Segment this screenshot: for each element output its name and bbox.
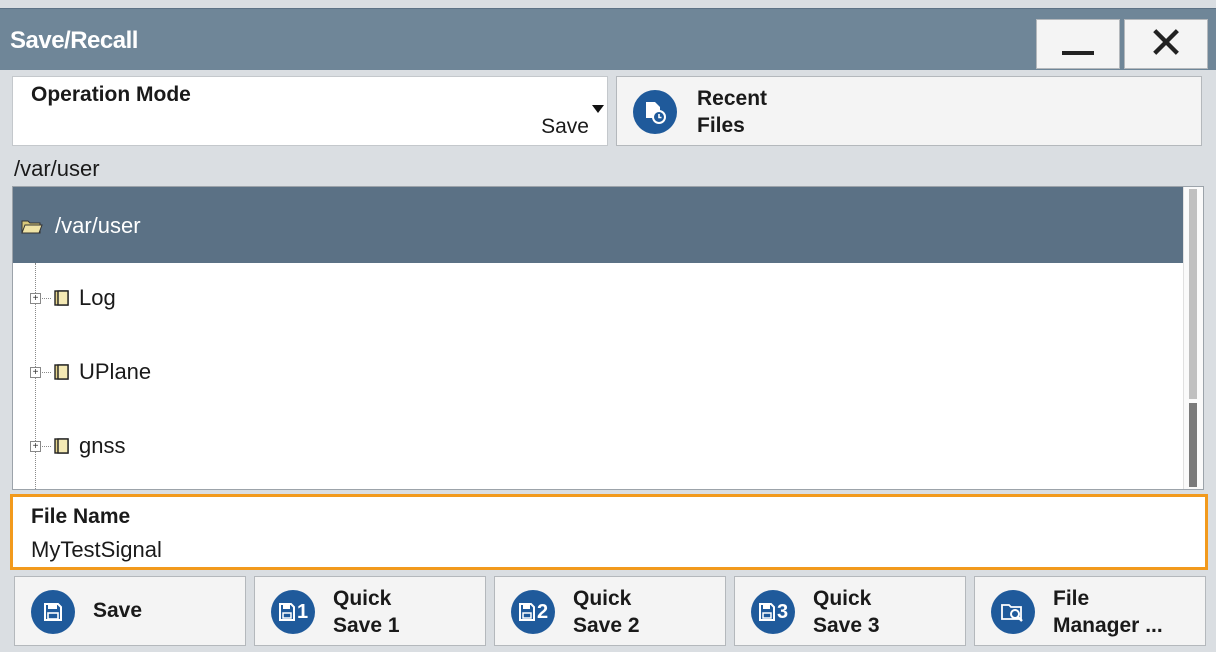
file-name-field[interactable]: File Name MyTestSignal xyxy=(10,494,1208,570)
close-icon: ✕ xyxy=(1147,19,1185,68)
file-manager-label: File Manager ... xyxy=(1053,587,1163,637)
quick-save-icon: 2 xyxy=(511,590,555,634)
quick-save-3-button[interactable]: 3 Quick Save 3 xyxy=(734,576,966,646)
minimize-icon xyxy=(1062,51,1094,55)
title-bar: Save/Recall ✕ xyxy=(0,8,1216,70)
folder-icon xyxy=(53,289,71,312)
save-label: Save xyxy=(93,599,143,622)
quick-save-1-button[interactable]: 1 Quick Save 1 xyxy=(254,576,486,646)
directory-tree[interactable]: /var/user + Log + UPlane + gnss xyxy=(12,186,1204,490)
tree-root-label: /var/user xyxy=(55,213,141,238)
file-manager-button[interactable]: File Manager ... xyxy=(974,576,1206,646)
tree-root-row[interactable]: /var/user xyxy=(13,187,1185,263)
operation-mode-select[interactable]: Operation Mode Save xyxy=(12,76,608,146)
expand-icon[interactable]: + xyxy=(30,293,41,304)
expand-icon[interactable]: + xyxy=(30,367,41,378)
quick-save-icon: 3 xyxy=(751,590,795,634)
recent-files-button[interactable]: Recent Files xyxy=(616,76,1202,146)
scrollbar-thumb[interactable] xyxy=(1189,403,1197,487)
tree-item-uplane[interactable]: + UPlane xyxy=(13,357,613,397)
close-button[interactable]: ✕ xyxy=(1124,19,1208,69)
expand-icon[interactable]: + xyxy=(30,441,41,452)
quick-save-icon: 1 xyxy=(271,590,315,634)
folder-icon xyxy=(53,363,71,386)
tree-item-label: gnss xyxy=(79,433,126,458)
quick-save-1-label: Quick Save 1 xyxy=(333,587,400,637)
operation-mode-label: Operation Mode xyxy=(31,83,191,106)
quick-save-3-label: Quick Save 3 xyxy=(813,587,880,637)
folder-icon xyxy=(53,437,71,460)
save-icon xyxy=(31,590,75,634)
recent-files-icon xyxy=(633,90,677,134)
tree-scrollbar[interactable] xyxy=(1183,187,1203,489)
file-manager-icon xyxy=(991,590,1035,634)
dropdown-arrow-icon xyxy=(592,105,604,113)
quick-save-2-label: Quick Save 2 xyxy=(573,587,640,637)
tree-item-label: UPlane xyxy=(79,359,152,384)
save-button[interactable]: Save xyxy=(14,576,246,646)
operation-mode-value: Save xyxy=(541,115,589,138)
tree-item-gnss[interactable]: + gnss xyxy=(13,431,613,471)
window-title: Save/Recall xyxy=(10,27,138,54)
tree-item-label: Log xyxy=(79,285,116,310)
file-name-label: File Name xyxy=(31,505,131,528)
open-folder-icon xyxy=(21,217,43,240)
scrollbar-track xyxy=(1189,189,1197,399)
minimize-button[interactable] xyxy=(1036,19,1120,69)
quick-save-2-button[interactable]: 2 Quick Save 2 xyxy=(494,576,726,646)
tree-item-log[interactable]: + Log xyxy=(13,283,613,323)
current-path: /var/user xyxy=(14,156,100,181)
file-name-input[interactable]: MyTestSignal xyxy=(31,537,162,563)
recent-files-label: Recent Files xyxy=(697,87,768,137)
